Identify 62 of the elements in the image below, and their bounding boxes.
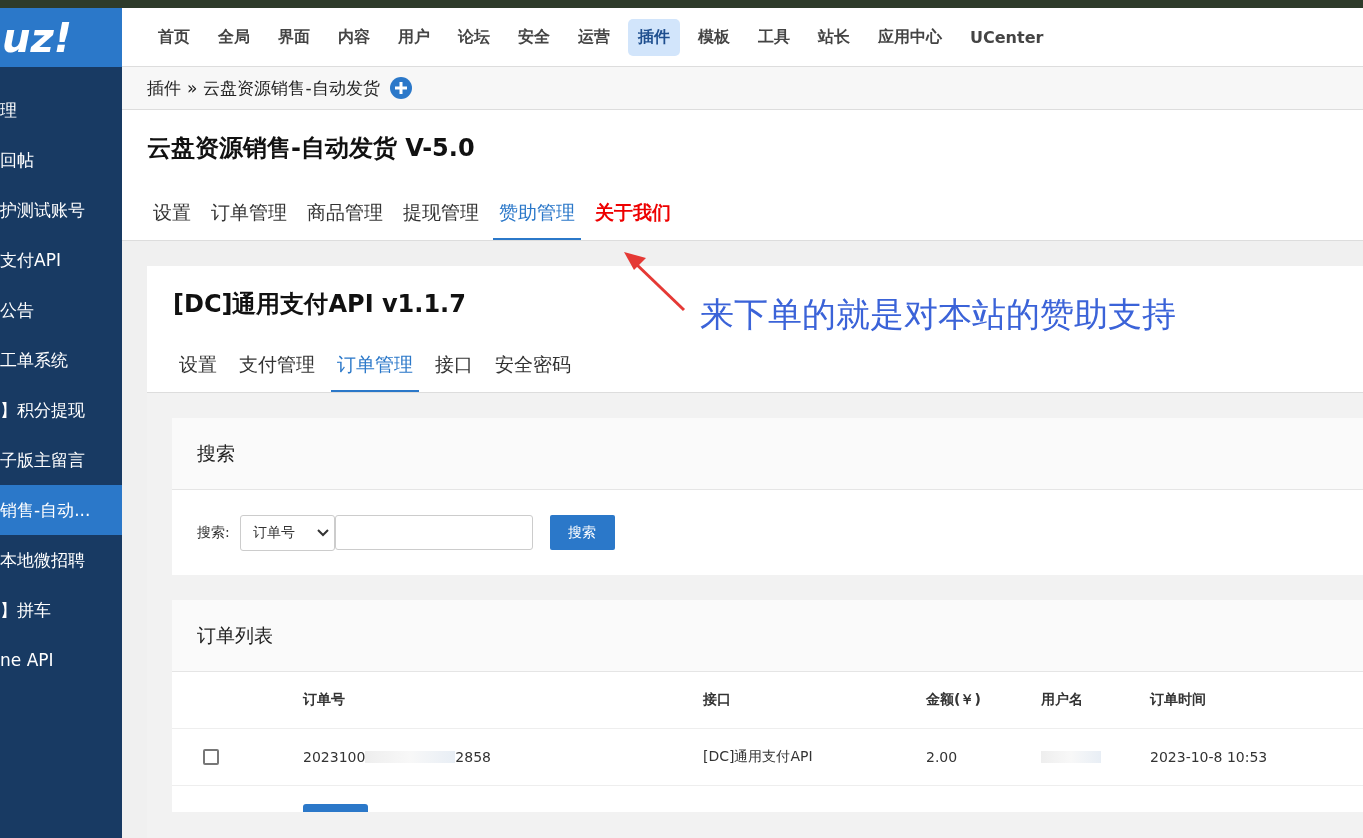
sidebar-item[interactable]: 】积分提现 bbox=[0, 385, 122, 435]
annotation-text: 来下单的就是对本站的赞助支持 bbox=[700, 293, 1176, 336]
column-header: 订单号 bbox=[303, 691, 346, 709]
sidebar-item[interactable]: 护测试账号 bbox=[0, 185, 122, 235]
sub-plugin-tab[interactable]: 接口 bbox=[429, 346, 479, 392]
nav-tab[interactable]: 模板 bbox=[688, 18, 740, 56]
sidebar-item[interactable]: ne API bbox=[0, 635, 122, 685]
plugin-tab[interactable]: 关于我们 bbox=[589, 194, 677, 240]
order-number-end: 2858 bbox=[455, 749, 491, 765]
sidebar-item[interactable]: 销售-自动... bbox=[0, 485, 122, 535]
nav-tab[interactable]: 内容 bbox=[328, 18, 380, 56]
search-field[interactable] bbox=[334, 515, 533, 550]
table-cell-text: 2.00 bbox=[926, 749, 959, 765]
nav-tab[interactable]: 安全 bbox=[508, 18, 560, 56]
sub-plugin-tab[interactable]: 支付管理 bbox=[233, 346, 321, 392]
logo: uz! bbox=[0, 8, 122, 67]
column-header: 用户名 bbox=[1041, 691, 1084, 709]
sidebar-item[interactable]: 工单系统 bbox=[0, 335, 122, 385]
search-button[interactable]: 搜索 bbox=[549, 515, 615, 550]
nav-tab[interactable]: 插件 bbox=[628, 18, 680, 56]
plugin-tab[interactable]: 赞助管理 bbox=[493, 194, 581, 240]
plugin-tab[interactable]: 商品管理 bbox=[301, 194, 389, 240]
nav-tab[interactable]: 用户 bbox=[388, 18, 440, 56]
plugin-tab[interactable]: 订单管理 bbox=[205, 194, 293, 240]
sidebar-item[interactable]: 本地微招聘 bbox=[0, 535, 122, 585]
sub-plugin-tab[interactable]: 设置 bbox=[173, 346, 223, 392]
row-checkbox[interactable] bbox=[203, 749, 219, 765]
nav-tab[interactable]: 全局 bbox=[208, 18, 260, 56]
sidebar-item[interactable]: 公告 bbox=[0, 285, 122, 335]
nav-tab[interactable]: 运营 bbox=[568, 18, 620, 56]
nav-tab[interactable]: 应用中心 bbox=[868, 18, 952, 56]
breadcrumb-separator: » bbox=[187, 78, 198, 98]
column-header: 订单时间 bbox=[1150, 691, 1207, 709]
breadcrumb-current: 云盘资源销售-自动发货 bbox=[203, 76, 380, 100]
table-cell-text: 2023-10-8 10:53 bbox=[1150, 749, 1269, 765]
search-label: 搜索: bbox=[197, 523, 230, 542]
nav-tab[interactable]: 论坛 bbox=[448, 18, 500, 56]
plugin-title: 云盘资源销售-自动发货 V-5.0 bbox=[147, 133, 476, 164]
sidebar-item[interactable]: 子版主留言 bbox=[0, 435, 122, 485]
add-icon[interactable] bbox=[389, 77, 412, 99]
sidebar-item[interactable]: 】拼车 bbox=[0, 585, 122, 635]
chevron-icon bbox=[316, 528, 329, 537]
nav-tab[interactable]: UCenter bbox=[960, 19, 1054, 55]
nav-tab[interactable]: 界面 bbox=[268, 18, 320, 56]
plugin-tab[interactable]: 提现管理 bbox=[397, 194, 485, 240]
breadcrumb-link[interactable]: 插件 bbox=[147, 76, 181, 100]
plugin-tab[interactable]: 设置 bbox=[147, 194, 197, 240]
search-type-select[interactable]: 订单号 bbox=[239, 514, 335, 551]
nav-tab[interactable]: 站长 bbox=[808, 18, 860, 56]
column-header: 接口 bbox=[703, 691, 732, 709]
nav-tab[interactable]: 工具 bbox=[748, 18, 800, 56]
sidebar-item[interactable]: 回帖 bbox=[0, 135, 122, 185]
table-cell-text: [DC]通用支付API bbox=[703, 748, 814, 766]
card-title: 搜索 bbox=[172, 418, 1363, 490]
sub-plugin-tab[interactable]: 安全密码 bbox=[489, 346, 577, 392]
order-number-start: 2023100 bbox=[303, 749, 366, 765]
sidebar-item[interactable]: 支付API bbox=[0, 235, 122, 285]
nav-tab[interactable]: 首页 bbox=[148, 18, 200, 56]
column-header: 金额(￥) bbox=[926, 691, 982, 709]
card-title: 订单列表 bbox=[172, 600, 1363, 672]
sub-plugin-title: [DC]通用支付API v1.1.7 bbox=[173, 289, 466, 320]
sidebar-item[interactable]: 理 bbox=[0, 85, 122, 135]
